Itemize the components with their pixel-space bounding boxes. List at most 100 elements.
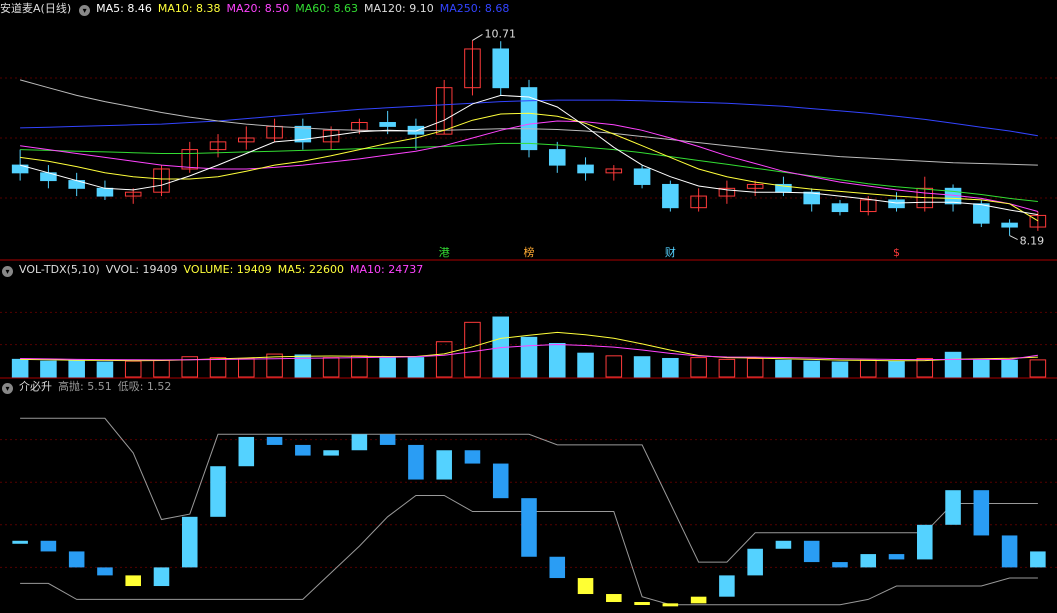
indicator-bar bbox=[945, 490, 961, 525]
indicator-bar bbox=[606, 594, 622, 603]
volume-title: VOL-TDX(5,10) bbox=[19, 263, 100, 276]
indicator-bar bbox=[68, 551, 85, 568]
volume-bar bbox=[11, 358, 29, 378]
indicator-bar bbox=[436, 450, 452, 480]
max-price-label: 10.71 bbox=[484, 27, 516, 40]
volume-bar bbox=[407, 357, 425, 378]
candle-body bbox=[973, 203, 990, 224]
stock-title: 安道麦A(日线) bbox=[0, 2, 72, 15]
indicator-bar bbox=[181, 516, 198, 568]
volume-bar bbox=[746, 357, 764, 378]
volume-bar bbox=[238, 357, 255, 378]
volume-bar bbox=[322, 357, 340, 378]
volume-bar bbox=[690, 357, 707, 378]
volume-bar bbox=[40, 360, 57, 378]
indicator-bar bbox=[12, 540, 28, 544]
candle-body bbox=[633, 168, 651, 185]
indicator-bar bbox=[521, 498, 537, 557]
volume-bar bbox=[464, 321, 481, 378]
ma60-label: MA60: 8.63 bbox=[295, 2, 358, 15]
indicator-bar bbox=[973, 490, 990, 536]
candle-body bbox=[831, 203, 849, 213]
indicator-bar bbox=[719, 575, 735, 597]
volume-bar bbox=[96, 361, 114, 378]
volume-bar bbox=[775, 359, 792, 378]
volume-bar bbox=[662, 357, 679, 378]
max-pointer bbox=[472, 34, 483, 41]
indicator-bar bbox=[832, 562, 848, 568]
ma120-label: MA120: 9.10 bbox=[363, 2, 434, 15]
indicator-bar bbox=[97, 567, 113, 576]
volume-bar bbox=[548, 342, 566, 378]
indicator-bar bbox=[323, 450, 339, 456]
volume-bar bbox=[973, 358, 990, 378]
indicator-bar bbox=[40, 540, 57, 552]
volume-bar bbox=[379, 356, 396, 378]
indicator-header: ▾ 介必升 高抛: 5.51 低吸: 1.52 bbox=[0, 378, 177, 396]
candle-body bbox=[548, 149, 566, 166]
indicator-bar bbox=[379, 434, 396, 445]
indicator-bar bbox=[1030, 551, 1046, 568]
low-label: 低吸: 1.52 bbox=[117, 380, 172, 393]
indicator-settings-icon[interactable]: ▾ bbox=[2, 383, 13, 394]
event-marker: 港 bbox=[439, 246, 450, 259]
ma10-label: MA10: 8.38 bbox=[157, 2, 221, 15]
volume-bar bbox=[633, 356, 651, 378]
indicator-bar bbox=[1001, 535, 1018, 568]
candle-body bbox=[96, 187, 114, 197]
volume-bar bbox=[520, 336, 538, 378]
candle-body bbox=[662, 183, 679, 209]
volume-bar bbox=[718, 358, 736, 378]
volume-bar bbox=[888, 360, 905, 378]
indicator-bar bbox=[662, 603, 679, 607]
vol-ma10-label: MA10: 24737 bbox=[350, 263, 424, 276]
indicator-bar bbox=[492, 463, 509, 499]
candle-body bbox=[888, 199, 905, 209]
indicator-title: 介必升 bbox=[19, 380, 52, 393]
indicator-bar bbox=[775, 540, 792, 549]
indicator-bar bbox=[634, 602, 650, 606]
indicator-bar bbox=[747, 548, 763, 576]
indicator-bar bbox=[917, 524, 933, 560]
indicator-bar bbox=[125, 575, 141, 587]
main-header: 安道麦A(日线) ▾ MA5: 8.46 MA10: 8.38 MA20: 8.50 MA… bbox=[0, 0, 515, 18]
ma20-label: MA20: 8.50 bbox=[226, 2, 290, 15]
volume-bar bbox=[605, 355, 623, 378]
volume-bar bbox=[153, 359, 170, 378]
indicator-bar bbox=[549, 556, 566, 579]
indicator-bar bbox=[803, 540, 820, 563]
volume-label: VOLUME: 19409 bbox=[183, 263, 272, 276]
volume-bar bbox=[1001, 359, 1018, 378]
ma250-label: MA250: 8.68 bbox=[439, 2, 510, 15]
indicator-bar bbox=[238, 436, 255, 467]
min-pointer bbox=[1009, 235, 1018, 240]
indicator-bar bbox=[577, 578, 594, 595]
min-price-label: 8.19 bbox=[1020, 235, 1045, 248]
vvol-label: VVOL: 19409 bbox=[105, 263, 178, 276]
indicator-bar bbox=[860, 554, 877, 568]
volume-header: ▾ VOL-TDX(5,10) VVOL: 19409 VOLUME: 19409 MA… bbox=[0, 261, 429, 279]
indicator-bar bbox=[464, 450, 481, 464]
high-label: 高抛: 5.51 bbox=[58, 380, 112, 393]
ma5-label: MA5: 8.46 bbox=[96, 2, 152, 15]
indicator-bar bbox=[351, 434, 368, 451]
settings-icon[interactable]: ▾ bbox=[79, 5, 91, 16]
indicator-bar bbox=[153, 567, 170, 587]
event-marker: $ bbox=[893, 246, 900, 259]
volume-bar bbox=[831, 361, 849, 378]
chart-canvas: 10.71 8.19 港 榜 财 $ bbox=[0, 27, 1057, 607]
candle-body bbox=[407, 125, 425, 135]
candle-body bbox=[577, 164, 594, 174]
volume-bar bbox=[916, 357, 934, 378]
volume-bar bbox=[68, 359, 85, 378]
volume-settings-icon[interactable]: ▾ bbox=[2, 266, 13, 277]
vol-ma5-label: MA5: 22600 bbox=[277, 263, 345, 276]
volume-bar bbox=[124, 360, 142, 378]
event-marker: 榜 bbox=[524, 245, 535, 259]
volume-bar bbox=[1029, 359, 1047, 378]
volume-bar bbox=[351, 355, 368, 378]
event-marker: 财 bbox=[665, 245, 676, 259]
candle-body bbox=[492, 48, 510, 89]
indicator-bar bbox=[408, 444, 424, 480]
volume-bar bbox=[944, 351, 962, 378]
